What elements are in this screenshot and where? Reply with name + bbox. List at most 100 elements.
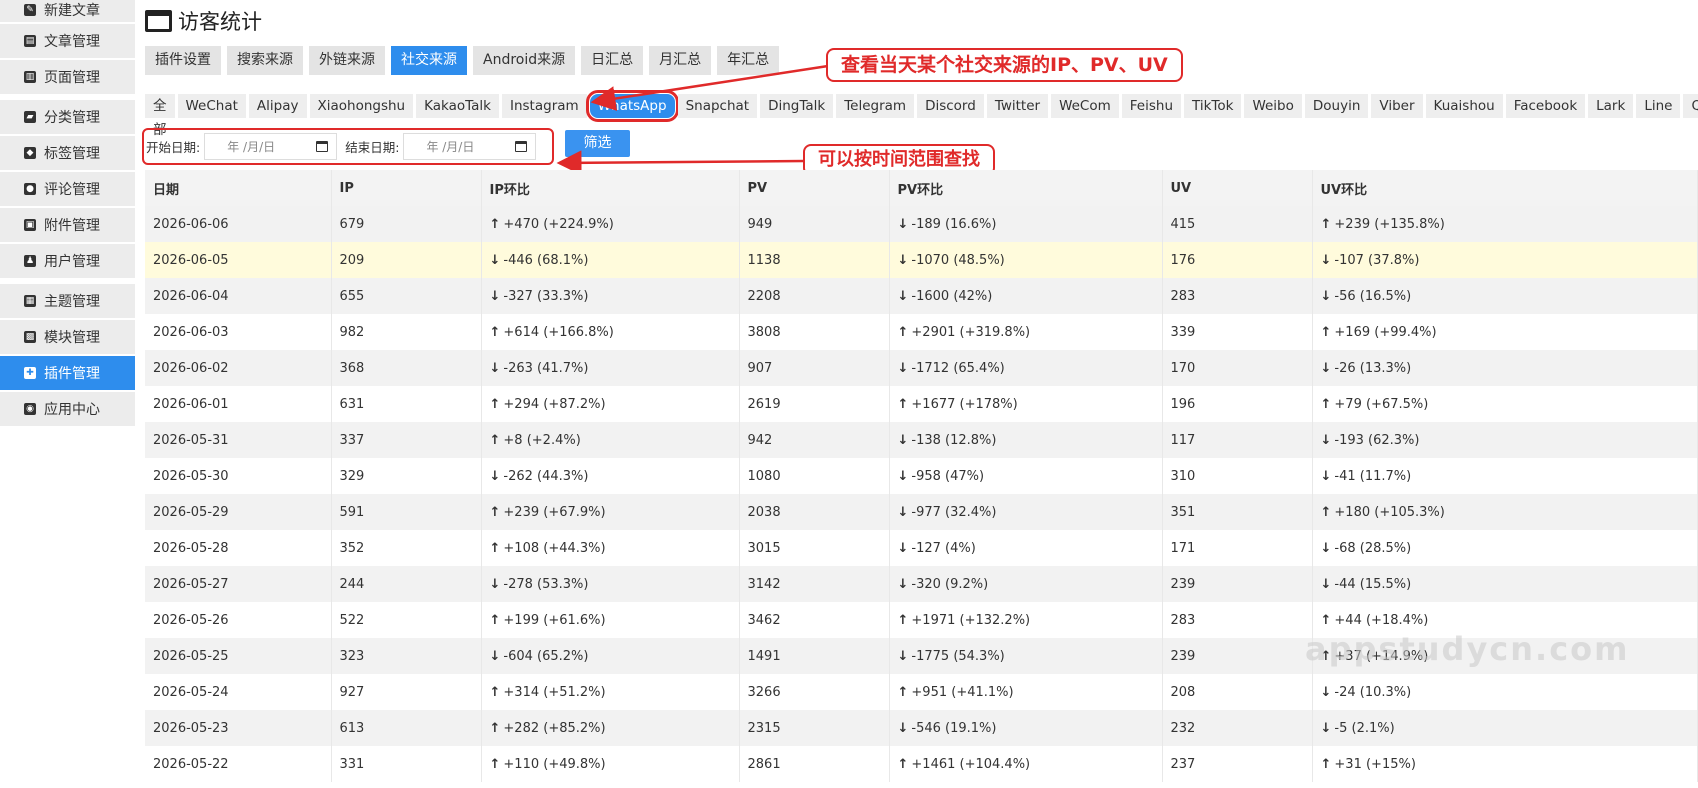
table-cell: ↓ -263 (41.7%)	[481, 350, 740, 386]
tab-7[interactable]: 年汇总	[717, 46, 780, 75]
source-tab[interactable]: TikTok	[1184, 94, 1242, 118]
tab-1[interactable]: 搜索来源	[227, 46, 303, 75]
tab-3[interactable]: 社交来源	[391, 46, 467, 75]
table-cell: 907	[739, 350, 890, 386]
sidebar-item[interactable]: ● 评论管理	[0, 172, 135, 206]
sidebar-item[interactable]: ▰ 分类管理	[0, 100, 135, 134]
table-cell: ↑ +239 (+135.8%)	[1312, 206, 1698, 242]
table-cell: 2026-05-27	[145, 566, 332, 602]
table-cell: 415	[1162, 206, 1313, 242]
table-cell: ↓ -446 (68.1%)	[481, 242, 740, 278]
source-tab[interactable]: Line	[1636, 94, 1681, 118]
page-header: 访客统计	[145, 6, 262, 36]
calendar-icon[interactable]	[515, 141, 528, 152]
change-value: -263 (41.7%)	[503, 360, 589, 376]
table-cell: ↓ -26 (13.3%)	[1312, 350, 1698, 386]
filter-button[interactable]: 筛选	[565, 130, 630, 157]
source-tab[interactable]: DingTalk	[760, 94, 834, 118]
tab-4[interactable]: Android来源	[473, 46, 576, 75]
source-tab[interactable]: Weibo	[1244, 94, 1302, 118]
sidebar-item[interactable]: ✚ 插件管理	[0, 356, 135, 390]
arrow-down-icon: ↓	[897, 216, 909, 232]
table-row: 2026-05-24 927 ↑ +314 (+51.2%) 3266 ↑ +951 (+4…	[145, 674, 1698, 710]
end-date-input[interactable]: 年 /月/日	[403, 133, 537, 160]
arrow-up-icon: ↑	[489, 324, 501, 340]
table-cell: 2026-05-24	[145, 674, 332, 710]
table-cell: 331	[331, 746, 482, 782]
table-cell: ↑ +282 (+85.2%)	[481, 710, 740, 746]
sidebar-item[interactable]: ◉ 应用中心	[0, 392, 135, 426]
column-header: UV环比	[1312, 170, 1698, 206]
arrow-up-icon: ↑	[489, 756, 501, 772]
sidebar-item-label: 评论管理	[44, 182, 100, 198]
source-tab[interactable]: Douyin	[1304, 94, 1369, 118]
table-cell: 942	[739, 422, 890, 458]
sidebar-item[interactable]: ◆ 标签管理	[0, 136, 135, 170]
source-tab[interactable]: Viber	[1371, 94, 1423, 118]
sidebar-item[interactable]: ▦ 主题管理	[0, 284, 135, 318]
source-tab[interactable]: 全部	[145, 94, 175, 138]
arrow-down-icon: ↓	[897, 648, 909, 664]
table-cell: 2861	[739, 746, 890, 782]
sidebar-item-label: 主题管理	[44, 294, 100, 310]
tab-0[interactable]: 插件设置	[145, 46, 221, 75]
sidebar-item[interactable]: ▤ 文章管理	[0, 24, 135, 58]
arrow-up-icon: ↑	[489, 432, 501, 448]
start-date-input[interactable]: 年 /月/日	[204, 133, 338, 160]
table-cell: 339	[1162, 314, 1313, 350]
inbox-icon: ▣	[24, 219, 36, 231]
source-tab[interactable]: QQ	[1683, 94, 1698, 118]
table-cell: ↑ +951 (+41.1%)	[889, 674, 1163, 710]
source-tab[interactable]: Alipay	[248, 94, 307, 118]
calendar-icon[interactable]	[316, 141, 329, 152]
source-tab[interactable]: KakaoTalk	[416, 94, 499, 118]
sidebar-item-label: 分类管理	[44, 110, 100, 126]
source-tab[interactable]: Snapchat	[677, 94, 758, 118]
table-cell: 3015	[739, 530, 890, 566]
source-tab[interactable]: Instagram	[501, 94, 587, 118]
table-row: 2026-06-06 679 ↑ +470 (+224.9%) 949 ↓ -189 (16…	[145, 206, 1698, 242]
source-tab[interactable]: Telegram	[836, 94, 915, 118]
sidebar-item[interactable]: ▣ 附件管理	[0, 208, 135, 242]
tab-2[interactable]: 外链来源	[309, 46, 385, 75]
sidebar-item[interactable]: ▩ 模块管理	[0, 320, 135, 354]
stats-table: 日期 IP IP环比 PV PV环比 UV UV环比 2026-06-06 679 ↑ +470 …	[145, 170, 1698, 782]
table-cell: 117	[1162, 422, 1313, 458]
source-tab[interactable]: Xiaohongshu	[309, 94, 414, 118]
table-cell: ↓ -1600 (42%)	[889, 278, 1163, 314]
sidebar-item-label: 附件管理	[44, 218, 100, 234]
table-cell: 2315	[739, 710, 890, 746]
table-cell: 239	[1162, 638, 1313, 674]
source-tab[interactable]: WeChat	[177, 94, 246, 118]
tab-5[interactable]: 日汇总	[581, 46, 644, 75]
source-tab[interactable]: Facebook	[1505, 94, 1586, 118]
arrow-up-icon: ↑	[1320, 216, 1332, 232]
source-tab[interactable]: Feishu	[1121, 94, 1181, 118]
column-header: UV	[1162, 170, 1313, 206]
table-cell: 2026-06-03	[145, 314, 332, 350]
change-value: -41 (11.7%)	[1334, 468, 1412, 484]
sidebar-group: ▦ 主题管理 ▩ 模块管理 ✚ 插件管理 ◉ 应用中心	[0, 284, 135, 426]
arrow-down-icon: ↓	[1320, 252, 1332, 268]
source-tab[interactable]: Discord	[917, 94, 984, 118]
table-cell: 1491	[739, 638, 890, 674]
table-cell: 170	[1162, 350, 1313, 386]
table-cell: 2026-06-04	[145, 278, 332, 314]
sidebar-item[interactable]: ✎ 新建文章	[0, 0, 135, 22]
source-tab[interactable]: WeCom	[1051, 94, 1119, 118]
tab-6[interactable]: 月汇总	[649, 46, 712, 75]
table-cell: 2208	[739, 278, 890, 314]
sidebar-item-label: 应用中心	[44, 402, 100, 418]
sidebar-item[interactable]: ▥ 页面管理	[0, 60, 135, 94]
source-tab[interactable]: WhatsApp	[585, 90, 679, 122]
change-value: -958 (47%)	[911, 468, 985, 484]
sidebar-item[interactable]: ♟ 用户管理	[0, 244, 135, 278]
change-value: -189 (16.6%)	[911, 216, 997, 232]
table-row: 2026-06-01 631 ↑ +294 (+87.2%) 2619 ↑ +1677 (+…	[145, 386, 1698, 422]
table-cell: ↑ +294 (+87.2%)	[481, 386, 740, 422]
source-tab[interactable]: Twitter	[986, 94, 1049, 118]
source-tab[interactable]: Kuaishou	[1425, 94, 1503, 118]
source-tab[interactable]: Lark	[1588, 94, 1634, 118]
table-cell: ↓ -977 (32.4%)	[889, 494, 1163, 530]
arrow-down-icon: ↓	[1320, 684, 1332, 700]
